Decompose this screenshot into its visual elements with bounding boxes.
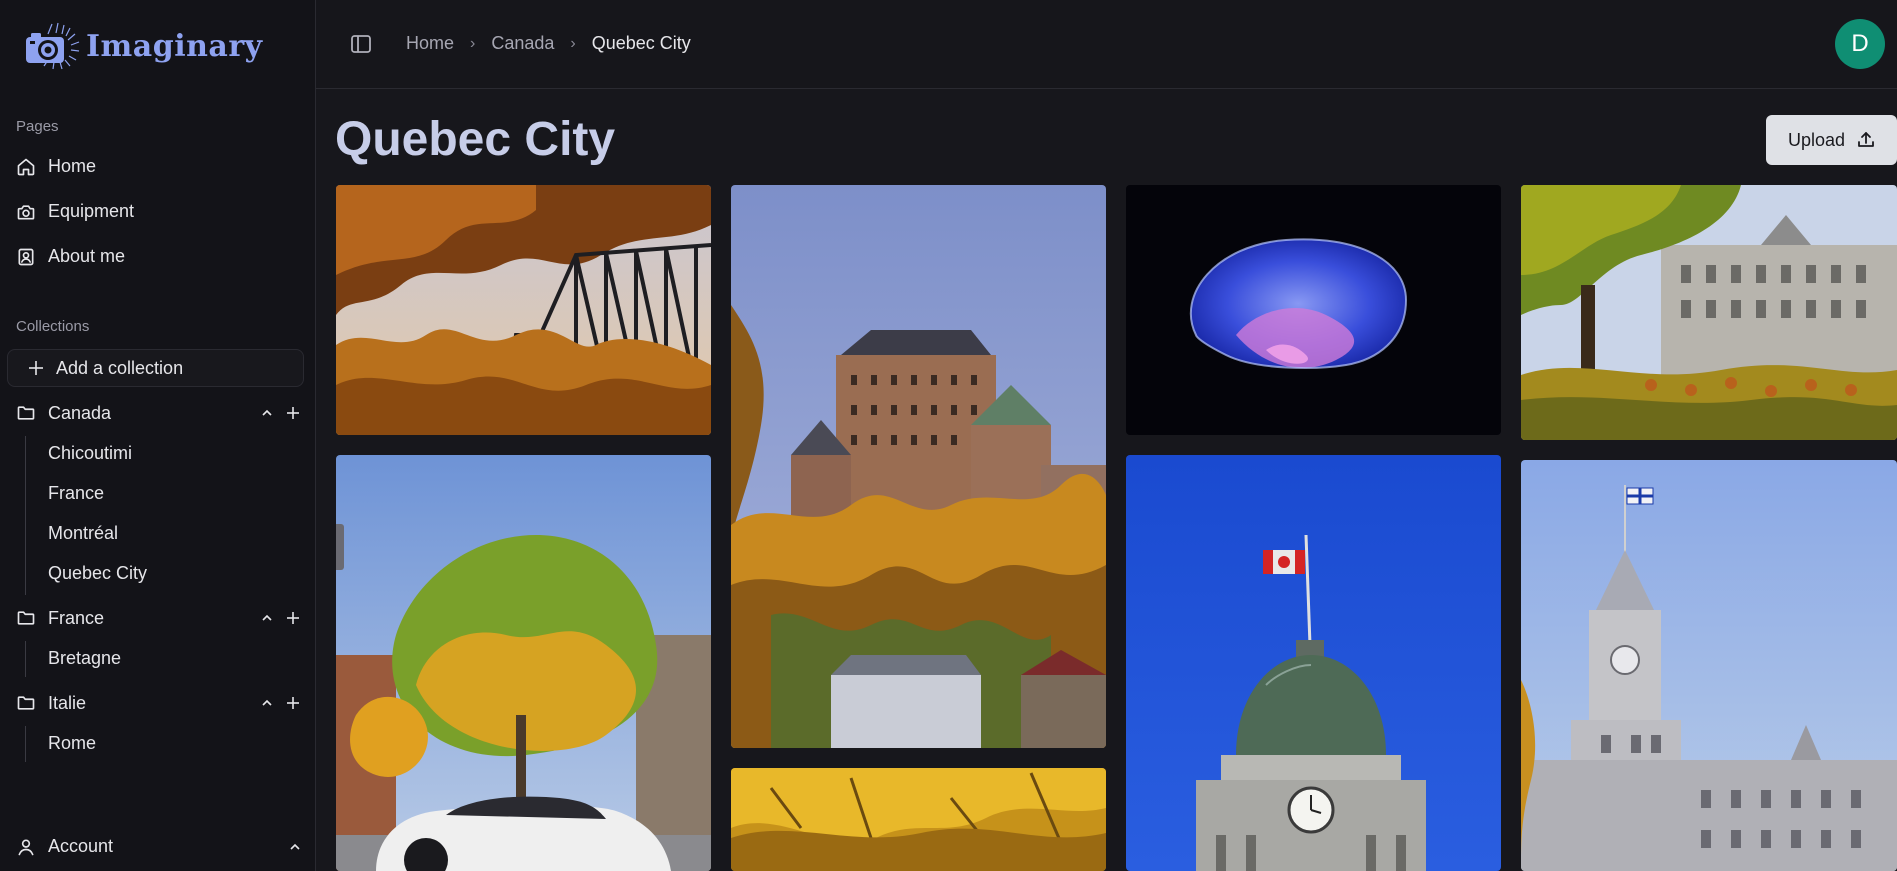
collapse-button[interactable] [254, 690, 280, 716]
avatar[interactable]: D [1835, 19, 1885, 69]
breadcrumb-home[interactable]: Home [406, 33, 454, 54]
breadcrumb-current: Quebec City [591, 33, 691, 53]
folder-icon [17, 696, 35, 710]
plus-icon [287, 612, 299, 624]
photo-sports-car[interactable] [336, 455, 711, 871]
tree-line [25, 726, 26, 762]
account-menu[interactable]: Account [16, 836, 302, 857]
subcollection-item[interactable]: Montréal [48, 523, 118, 544]
add-collection-button[interactable]: Add a collection [7, 349, 304, 387]
upload-icon [1858, 132, 1874, 147]
photo-image [1521, 185, 1897, 440]
photo-jellyfish[interactable] [1126, 185, 1501, 435]
plus-icon [287, 407, 299, 419]
sidebar: Imaginary Pages Home Equipment About me … [0, 0, 316, 871]
nav-item-home[interactable]: Home [16, 156, 96, 177]
nav-item-label: Equipment [48, 201, 135, 221]
app-root: Imaginary Pages Home Equipment About me … [0, 0, 1897, 871]
collection-name[interactable]: Italie [48, 693, 254, 714]
home-icon [17, 158, 35, 175]
photo-yellow-leaves[interactable] [731, 768, 1106, 871]
collection-name[interactable]: Canada [48, 403, 254, 424]
photo-image [731, 185, 1106, 748]
camera-logo-icon [26, 22, 80, 70]
camera-icon [17, 204, 35, 219]
user-icon [18, 839, 34, 855]
folder-icon [17, 611, 35, 625]
chevron-up-icon [262, 699, 272, 706]
collection-france: France [16, 605, 306, 631]
top-bar: Home › Canada › Quebec City D [316, 0, 1897, 89]
logo[interactable]: Imaginary [22, 20, 263, 72]
upload-label: Upload [1787, 129, 1846, 150]
nav-item-label: Home [48, 156, 97, 176]
collapse-button[interactable] [254, 605, 280, 631]
pages-section-label: Pages [16, 118, 59, 135]
plus-icon [287, 697, 299, 709]
page-title: Quebec City [335, 113, 616, 166]
main-content: Home › Canada › Quebec City D Quebec Cit… [316, 0, 1897, 871]
add-subcollection-button[interactable] [280, 400, 306, 426]
collection-canada: Canada [16, 400, 306, 426]
photo-parliament-autumn[interactable] [1521, 185, 1897, 440]
add-subcollection-button[interactable] [280, 690, 306, 716]
photo-image [1521, 460, 1897, 871]
photo-chateau-frontenac[interactable] [731, 185, 1106, 748]
photo-image [731, 768, 1106, 871]
chevron-up-icon [262, 614, 272, 621]
scroll-handle[interactable] [336, 524, 344, 570]
tree-line [25, 641, 26, 677]
chevron-right-icon: › [470, 34, 476, 52]
nav-item-about[interactable]: About me [16, 246, 125, 267]
chevron-right-icon: › [570, 34, 576, 52]
subcollection-item[interactable]: France [48, 483, 104, 504]
collections-section-label: Collections [16, 318, 90, 335]
nav-item-label: About me [48, 246, 126, 266]
subcollection-item[interactable]: Rome [48, 733, 96, 754]
chevron-up-icon [290, 843, 300, 850]
collection-name[interactable]: France [48, 608, 254, 629]
chevron-up-icon [262, 409, 272, 416]
add-collection-label: Add a collection [56, 357, 184, 378]
logo-text: Imaginary [86, 28, 263, 64]
photo-image [336, 455, 711, 871]
breadcrumb: Home › Canada › Quebec City [406, 33, 691, 54]
collapse-button[interactable] [254, 400, 280, 426]
photo-image [1126, 185, 1501, 435]
subcollection-item[interactable]: Bretagne [48, 648, 121, 669]
folder-icon [17, 406, 35, 420]
tree-line [25, 436, 26, 595]
photo-parliament-tower[interactable] [1521, 460, 1897, 871]
contact-icon [18, 248, 34, 265]
photo-image [1126, 455, 1501, 871]
subcollection-item[interactable]: Quebec City [48, 563, 147, 584]
collection-italie: Italie [16, 690, 306, 716]
nav-item-equipment[interactable]: Equipment [16, 201, 134, 222]
photo-autumn-bridge[interactable] [336, 185, 711, 435]
add-subcollection-button[interactable] [280, 605, 306, 631]
subcollection-item[interactable]: Chicoutimi [48, 443, 132, 464]
photo-image [336, 185, 711, 435]
account-label: Account [48, 836, 114, 856]
upload-button[interactable]: Upload [1766, 115, 1897, 165]
sidebar-toggle-icon[interactable] [350, 33, 372, 55]
photo-canadian-flag-dome[interactable] [1126, 455, 1501, 871]
plus-icon [29, 361, 43, 375]
breadcrumb-canada[interactable]: Canada [491, 33, 554, 54]
